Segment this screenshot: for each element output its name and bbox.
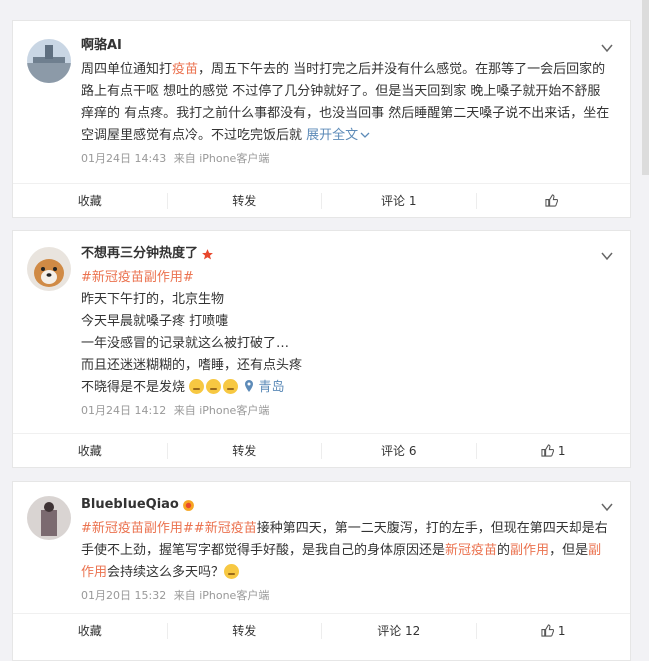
sad-emoji-icon: [189, 379, 205, 394]
post-card: BluebIueQiao #新冠疫苗副作用##新冠疫苗接种第四天，第一二天腹泻，…: [12, 481, 631, 661]
post-text: #新冠疫苗副作用##新冠疫苗接种第四天，第一二天腹泻，打的左手，但现在第四天却是…: [81, 518, 610, 584]
chevron-down-icon: [360, 132, 370, 138]
like-button[interactable]: [477, 193, 631, 209]
post-date[interactable]: 01月24日 14:43: [81, 152, 166, 165]
crown-badge-icon[interactable]: [182, 499, 195, 512]
text-segment: 的: [497, 543, 511, 558]
comment-button[interactable]: 评论 12: [322, 622, 477, 639]
username-row: 不想再三分钟热度了: [81, 245, 610, 263]
action-bar: 收藏 转发 评论 12 1: [13, 613, 630, 647]
username[interactable]: 啊骆AI: [81, 37, 610, 55]
thumbs-up-icon: [541, 444, 554, 457]
repost-button[interactable]: 转发: [168, 442, 322, 459]
like-button[interactable]: 1: [477, 623, 631, 639]
sad-emoji-icon: [206, 379, 222, 394]
post-text: 周四单位通知打疫苗，周五下午去的 当时打完之后并没有什么感觉。在那等了一会后回家…: [81, 59, 610, 147]
post-source: 来自 iPhone客户端: [173, 589, 270, 602]
location-pin-icon: [245, 380, 254, 392]
action-bar: 收藏 转发 评论 6 1: [13, 433, 630, 467]
topic-link[interactable]: 新冠疫苗: [445, 543, 497, 558]
repost-button[interactable]: 转发: [168, 192, 322, 209]
text-segment: 会持续这么多天吗？: [107, 565, 225, 580]
collect-button[interactable]: 收藏: [13, 192, 168, 209]
comment-button[interactable]: 评论 1: [322, 192, 477, 209]
thumbs-up-icon: [545, 194, 558, 207]
collect-button[interactable]: 收藏: [13, 622, 168, 639]
crying-laugh-emoji-icon: [224, 564, 240, 579]
post-meta: 01月24日 14:12 来自 iPhone客户端: [81, 403, 610, 419]
previous-card-edge: [0, 0, 640, 10]
thumbs-up-icon: [541, 624, 554, 637]
post-card: 啊骆AI 周四单位通知打疫苗，周五下午去的 当时打完之后并没有什么感觉。在那等了…: [12, 20, 631, 218]
post-text: #新冠疫苗副作用# 昨天下午打的，北京生物 今天早晨就嗓子疼 打喷嚏 一年没感冒…: [81, 267, 610, 399]
comment-button[interactable]: 评论 6: [322, 442, 477, 459]
hashtag-link[interactable]: #新冠疫苗副作用#: [81, 521, 194, 536]
post-meta: 01月24日 14:43 来自 iPhone客户端: [81, 151, 610, 167]
username[interactable]: BluebIueQiao: [81, 496, 179, 514]
sad-emoji-icon: [223, 379, 239, 394]
location-link[interactable]: 青岛: [258, 380, 284, 395]
expand-link[interactable]: 展开全文: [306, 128, 370, 143]
text-segment: 周四单位通知打: [81, 62, 173, 77]
topic-link[interactable]: 副作用: [510, 543, 549, 558]
scrollbar[interactable]: [642, 0, 649, 175]
collect-button[interactable]: 收藏: [13, 442, 168, 459]
post-source: 来自 iPhone客户端: [173, 404, 270, 417]
hashtag-link[interactable]: #新冠疫苗副作用#: [81, 267, 610, 289]
repost-button[interactable]: 转发: [168, 622, 322, 639]
post-card: 不想再三分钟热度了 #新冠疫苗副作用# 昨天下午打的，北京生物 今天早晨就嗓子疼…: [12, 230, 631, 468]
post-date[interactable]: 01月24日 14:12: [81, 404, 166, 417]
text-line: 不晓得是不是发烧 青岛: [81, 379, 285, 395]
hashtag-link[interactable]: #新冠疫苗: [194, 521, 257, 536]
post-date[interactable]: 01月20日 15:32: [81, 589, 166, 602]
topic-link[interactable]: 疫苗: [172, 62, 198, 77]
text-line: 而且还迷迷糊糊的，嗜睡，还有点头疼: [81, 358, 303, 373]
post-meta: 01月20日 15:32 来自 iPhone客户端: [81, 588, 610, 604]
action-bar: 收藏 转发 评论 1: [13, 183, 630, 217]
post-source: 来自 iPhone客户端: [173, 152, 270, 165]
username[interactable]: 不想再三分钟热度了: [81, 245, 198, 263]
username-row: BluebIueQiao: [81, 496, 610, 514]
like-button[interactable]: 1: [477, 443, 631, 459]
text-line: 一年没感冒的记录就这么被打破了…: [81, 336, 290, 351]
text-segment: ，但是: [549, 543, 589, 558]
text-line: 今天早晨就嗓子疼 打喷嚏: [81, 314, 229, 329]
text-line: 昨天下午打的，北京生物: [81, 292, 225, 307]
star-badge-icon[interactable]: [201, 248, 214, 261]
